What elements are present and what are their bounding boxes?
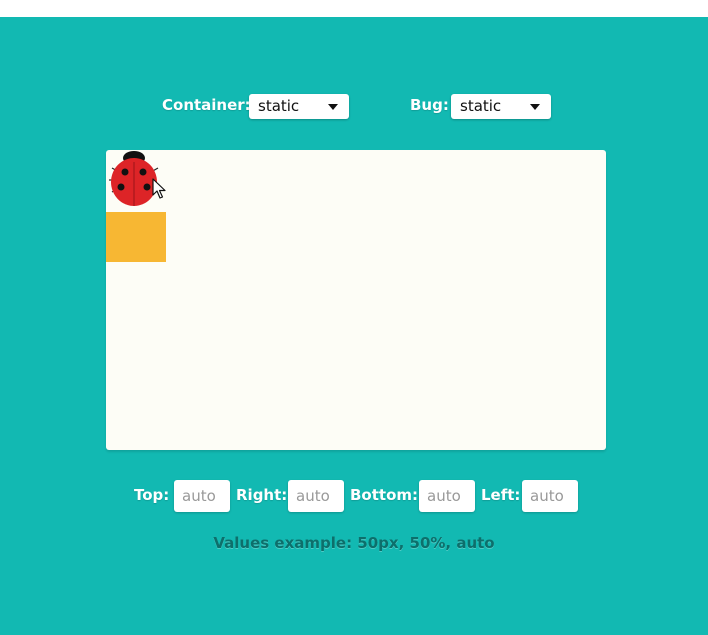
bug-position-select[interactable]: static (451, 94, 551, 119)
chevron-down-icon (328, 104, 338, 110)
top-offset-input[interactable]: auto (174, 480, 230, 512)
bug-position-label: Bug: (410, 96, 449, 114)
left-offset-placeholder: auto (530, 487, 564, 505)
mouse-pointer-icon (152, 178, 166, 199)
bottom-offset-placeholder: auto (427, 487, 461, 505)
values-example-hint: Values example: 50px, 50%, auto (213, 534, 495, 552)
top-bar (0, 0, 708, 17)
position-container (106, 150, 606, 450)
right-offset-label: Right: (236, 486, 288, 504)
right-offset-placeholder: auto (296, 487, 330, 505)
sibling-block (106, 212, 166, 262)
container-position-value: static (258, 97, 300, 115)
top-offset-label: Top: (134, 486, 170, 504)
bug-position-value: static (460, 97, 502, 115)
right-offset-input[interactable]: auto (288, 480, 344, 512)
demo-stage: Container: static Bug: static Top: auto (0, 17, 708, 635)
bottom-offset-input[interactable]: auto (419, 480, 475, 512)
left-offset-label: Left: (481, 486, 521, 504)
top-offset-placeholder: auto (182, 487, 216, 505)
container-position-label: Container: (162, 96, 251, 114)
container-position-select[interactable]: static (249, 94, 349, 119)
bottom-offset-label: Bottom: (350, 486, 419, 504)
left-offset-input[interactable]: auto (522, 480, 578, 512)
chevron-down-icon (530, 104, 540, 110)
